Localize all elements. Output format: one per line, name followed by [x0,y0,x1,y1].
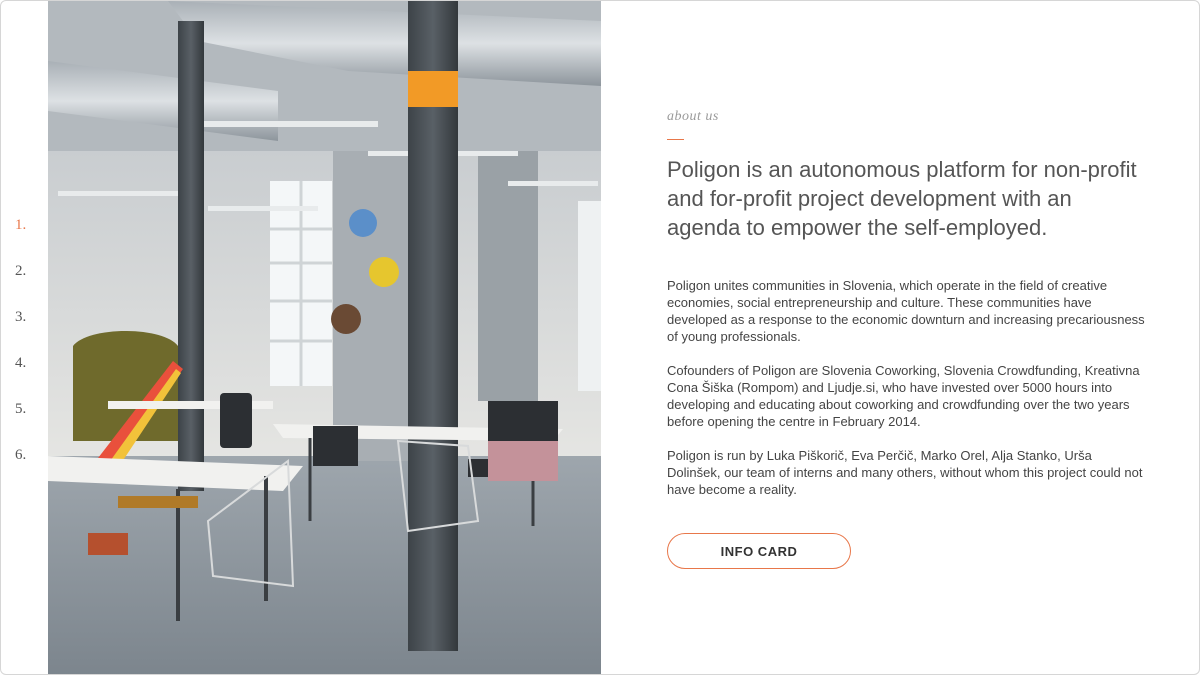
coworking-space-photo [48,1,601,674]
page: 1. 2. 3. 4. 5. 6. about us Poligon is an… [0,0,1200,675]
accent-divider [667,139,684,140]
page-link-6[interactable]: 6. [15,441,45,487]
about-paragraph-2: Cofounders of Poligon are Slovenia Cowor… [667,363,1140,429]
about-paragraph-3: Poligon is run by Luka Piškorič, Eva Per… [667,448,1143,497]
page-link-5[interactable]: 5. [15,395,45,441]
page-link-2[interactable]: 2. [15,257,45,303]
page-link-3[interactable]: 3. [15,303,45,349]
page-pagination: 1. 2. 3. 4. 5. 6. [15,211,45,487]
page-link-4[interactable]: 4. [15,349,45,395]
about-paragraph-1: Poligon unites communities in Slovenia, … [667,278,1145,344]
info-card-button[interactable]: INFO CARD [667,533,851,569]
page-link-1[interactable]: 1. [15,211,45,257]
section-eyebrow: about us [667,109,719,124]
about-headline: Poligon is an autonomous platform for no… [667,157,1137,240]
about-section: about us Poligon is an autonomous platfo… [667,101,1147,569]
